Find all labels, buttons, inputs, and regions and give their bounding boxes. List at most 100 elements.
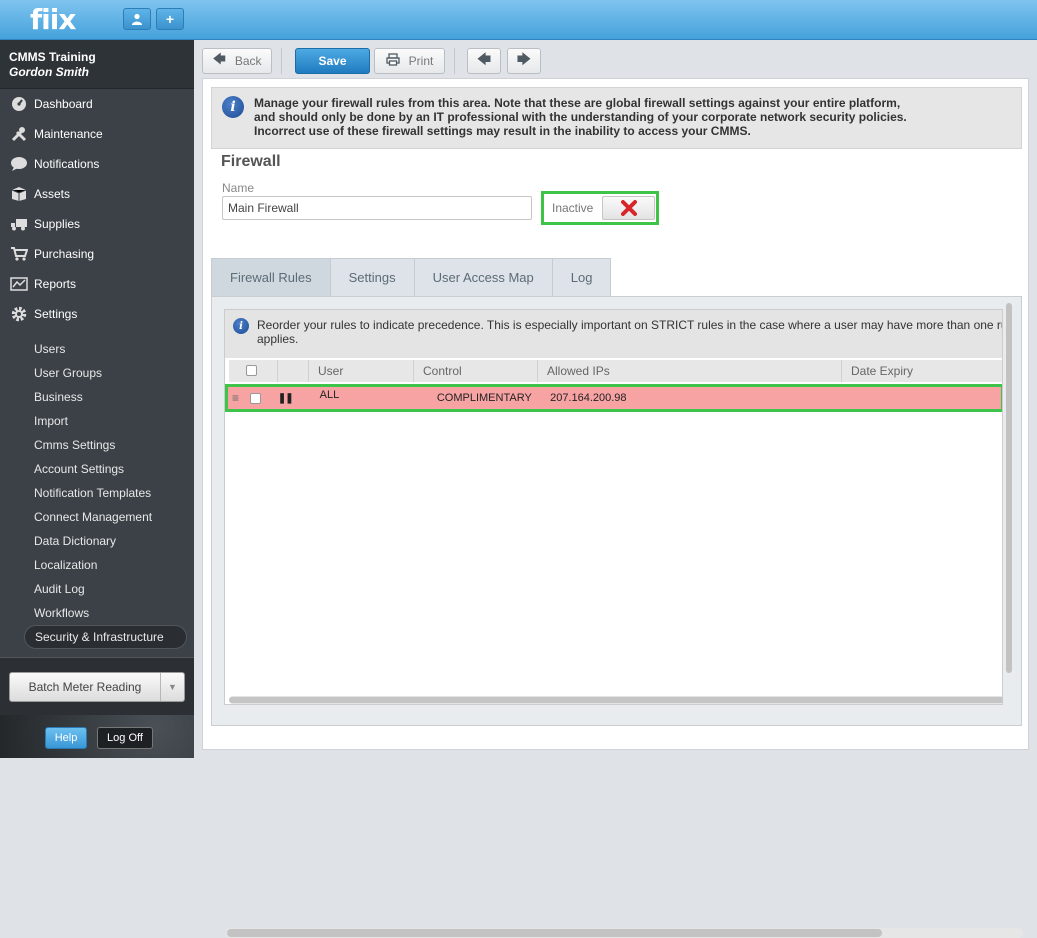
sub-item-business[interactable]: Business <box>0 385 194 409</box>
save-button[interactable]: Save <box>295 48 370 74</box>
name-label: Name <box>222 181 255 195</box>
rules-notice: i Reorder your rules to indicate precede… <box>225 310 1003 358</box>
row-checkbox[interactable] <box>249 392 261 404</box>
previous-record-button[interactable]: 🡄 <box>467 48 501 74</box>
sub-item-users[interactable]: Users <box>0 337 194 361</box>
sub-item-import[interactable]: Import <box>0 409 194 433</box>
gear-icon <box>9 306 29 322</box>
tab-log[interactable]: Log <box>551 258 612 296</box>
bottom-bar: Help Log Off <box>0 715 194 758</box>
help-button[interactable]: Help <box>45 727 87 749</box>
horizontal-scrollbar[interactable] <box>229 696 1002 704</box>
nav-reports-label: Reports <box>34 277 77 291</box>
select-all-checkbox[interactable] <box>246 365 257 376</box>
tools-icon <box>9 126 29 142</box>
nav-supplies[interactable]: Supplies <box>0 209 194 239</box>
sub-item-data-dictionary[interactable]: Data Dictionary <box>0 529 194 553</box>
horizontal-scrollbar[interactable] <box>226 928 1023 938</box>
sub-item-cmms-settings[interactable]: Cmms Settings <box>0 433 194 457</box>
next-record-button[interactable]: 🡆 <box>507 48 541 74</box>
scrollbar-thumb[interactable] <box>229 697 1002 703</box>
rules-notice-text: Reorder your rules to indicate precedenc… <box>257 318 1003 350</box>
nav-notifications-label: Notifications <box>34 157 100 171</box>
info-notice-text: Manage your firewall rules from this are… <box>254 96 907 138</box>
nav-purchasing[interactable]: Purchasing <box>0 239 194 269</box>
print-button[interactable]: Print <box>374 48 445 74</box>
name-input[interactable] <box>222 196 532 220</box>
sub-item-security-infrastructure[interactable]: Security & Infrastructure <box>24 625 187 649</box>
back-button[interactable]: 🡄 Back <box>202 48 272 74</box>
rules-notice-line: applies. <box>257 332 299 346</box>
log-off-button[interactable]: Log Off <box>97 727 153 749</box>
dashboard-icon <box>9 96 29 112</box>
tab-settings[interactable]: Settings <box>329 258 415 296</box>
nav-dashboard-label: Dashboard <box>34 97 93 111</box>
nav-reports[interactable]: Reports <box>0 269 194 299</box>
toolbar-divider <box>454 48 455 74</box>
tab-content: i Reorder your rules to indicate precede… <box>211 296 1023 938</box>
status-label: Inactive <box>552 201 594 215</box>
batch-meter-reading-label: Batch Meter Reading <box>28 680 142 694</box>
sub-item-localization[interactable]: Localization <box>0 553 194 577</box>
top-bar: fiix + <box>0 0 1037 40</box>
nav-maintenance[interactable]: Maintenance <box>0 119 194 149</box>
pause-icon[interactable]: ❚❚ <box>278 393 294 404</box>
nav-supplies-label: Supplies <box>34 217 81 231</box>
batch-meter-reading-button[interactable]: Batch Meter Reading ▼ <box>9 672 185 702</box>
nav-assets[interactable]: Assets <box>0 179 194 209</box>
cart-icon <box>9 246 29 262</box>
vertical-scrollbar[interactable] <box>1005 303 1013 675</box>
toolbar-divider <box>281 48 282 74</box>
column-header-allowed-ips[interactable]: Allowed IPs <box>538 360 842 382</box>
nav-maintenance-label: Maintenance <box>34 127 103 141</box>
tab-user-access-map[interactable]: User Access Map <box>413 258 553 296</box>
fiix-logo[interactable]: fiix <box>30 4 76 36</box>
nav-purchasing-label: Purchasing <box>34 247 95 261</box>
rules-container: i Reorder your rules to indicate precede… <box>224 309 1003 705</box>
nav-settings[interactable]: Settings <box>0 299 194 329</box>
cell-user: ALL <box>319 389 340 401</box>
info-notice: i Manage your firewall rules from this a… <box>211 87 1022 149</box>
organization-name: CMMS Training <box>9 50 96 64</box>
scrollbar-thumb[interactable] <box>1006 303 1012 673</box>
user-profile-button[interactable] <box>123 8 151 30</box>
nav-dashboard[interactable]: Dashboard <box>0 89 194 119</box>
info-icon: i <box>222 96 244 118</box>
print-label: Print <box>408 54 434 68</box>
sub-item-audit-log[interactable]: Audit Log <box>0 577 194 601</box>
drag-handle-icon[interactable]: ≡ <box>232 392 242 404</box>
sub-item-user-groups[interactable]: User Groups <box>0 361 194 385</box>
status-toggle-button[interactable] <box>602 196 655 220</box>
scrollbar-thumb[interactable] <box>227 929 882 937</box>
chevron-down-icon[interactable]: ▼ <box>160 673 184 701</box>
rules-notice-line: Reorder your rules to indicate precedenc… <box>257 318 1003 332</box>
sub-item-notification-templates[interactable]: Notification Templates <box>0 481 194 505</box>
sub-item-workflows[interactable]: Workflows <box>0 601 194 625</box>
column-header-user[interactable]: User <box>309 360 414 382</box>
status-toggle: Inactive <box>541 191 659 225</box>
tab-firewall-rules[interactable]: Firewall Rules <box>211 258 331 296</box>
settings-submenu: Users User Groups Business Import Cmms S… <box>0 337 194 649</box>
user-box: CMMS Training Gordon Smith <box>0 40 194 89</box>
sub-item-connect-management[interactable]: Connect Management <box>0 505 194 529</box>
rules-grid-header: User Control Allowed IPs Date Expiry <box>229 360 1002 382</box>
nav-settings-label: Settings <box>34 307 78 321</box>
printer-icon <box>386 53 400 69</box>
cell-allowed-ips: 207.164.200.98 <box>550 392 627 404</box>
batch-area: Batch Meter Reading ▼ <box>0 657 194 715</box>
arrow-left-icon: 🡄 <box>476 51 492 67</box>
column-header-control[interactable]: Control <box>414 360 538 382</box>
chart-icon <box>9 276 29 292</box>
box-icon <box>9 186 29 202</box>
back-label: Back <box>234 54 262 68</box>
add-button[interactable]: + <box>156 8 184 30</box>
table-row[interactable]: ≡ ❚❚ ALL COMPLIMENTARY 207.164.200.98 <box>225 384 1002 412</box>
nav-notifications[interactable]: Notifications <box>0 149 194 179</box>
speech-bubble-icon <box>9 156 29 172</box>
column-header-pause <box>278 360 309 382</box>
column-header-date-expiry[interactable]: Date Expiry <box>842 360 1002 382</box>
user-icon <box>132 13 142 25</box>
select-all-cell <box>229 360 278 382</box>
sub-item-account-settings[interactable]: Account Settings <box>0 457 194 481</box>
page-title: Firewall <box>221 153 281 170</box>
